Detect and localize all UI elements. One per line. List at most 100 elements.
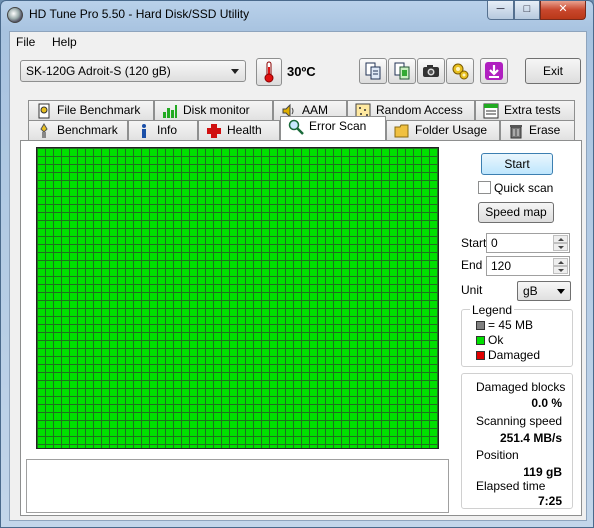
title-bar[interactable]: HD Tune Pro 5.50 - Hard Disk/SSD Utility… xyxy=(1,1,593,29)
tab-file-benchmark[interactable]: File Benchmark xyxy=(28,100,154,120)
save-button[interactable] xyxy=(480,58,508,84)
block-swatch xyxy=(476,321,485,330)
error-scan-panel: Start Quick scan Speed map Start 0 End 1… xyxy=(20,140,582,516)
tab-label: Erase xyxy=(529,123,561,137)
temperature-button[interactable] xyxy=(256,58,282,86)
unit-select[interactable]: gB xyxy=(517,281,571,301)
maximize-button[interactable]: □ xyxy=(514,1,540,20)
scanning-speed-label: Scanning speed xyxy=(476,414,563,428)
speed-map-button[interactable]: Speed map xyxy=(478,202,554,223)
spin-down-button[interactable] xyxy=(553,243,568,251)
info-icon xyxy=(142,124,146,138)
elapsed-time-value: 7:25 xyxy=(537,494,562,508)
main-window: HD Tune Pro 5.50 - Hard Disk/SSD Utility… xyxy=(0,0,594,528)
quick-scan-checkbox[interactable]: Quick scan xyxy=(478,181,553,195)
tab-folder-usage[interactable]: Folder Usage xyxy=(386,120,500,140)
temperature-value: 30ºC xyxy=(287,64,316,79)
spin-down-button[interactable] xyxy=(553,266,568,274)
file-benchmark-icon xyxy=(38,103,50,119)
legend-ok: Ok xyxy=(476,333,503,347)
checkbox-box[interactable] xyxy=(478,181,491,194)
ok-swatch xyxy=(476,336,485,345)
quick-scan-label: Quick scan xyxy=(494,181,554,195)
drive-select[interactable]: SK-120G Adroit-S (120 gB) xyxy=(20,60,246,82)
start-button[interactable]: Start xyxy=(481,153,553,175)
toolbar: SK-120G Adroit-S (120 gB) 30ºC Exit xyxy=(10,52,586,96)
tab-label: AAM xyxy=(302,103,329,117)
legend-box: Legend = 45 MB Ok Damaged xyxy=(461,303,573,367)
tab-health[interactable]: Health xyxy=(198,120,280,140)
tab-benchmark[interactable]: Benchmark xyxy=(28,120,128,140)
scanning-speed-value: 251.4 MB/s xyxy=(499,431,562,445)
unit-select-value: gB xyxy=(523,284,538,298)
tab-label: Folder Usage xyxy=(415,123,488,137)
scan-block-map xyxy=(36,147,439,449)
tab-erase[interactable]: Erase xyxy=(500,120,575,140)
tab-error-scan[interactable]: Error Scan xyxy=(280,116,386,140)
scan-stats: Damaged blocks 0.0 % Scanning speed 251.… xyxy=(461,373,573,509)
options-button[interactable] xyxy=(446,58,474,84)
health-cross-icon xyxy=(207,124,221,138)
app-icon xyxy=(7,7,23,23)
start-position-input[interactable]: 0 xyxy=(486,233,570,253)
tab-label: Random Access xyxy=(376,103,463,117)
end-position-value: 120 xyxy=(491,259,512,273)
exit-button[interactable]: Exit xyxy=(525,58,581,84)
menu-file[interactable]: File xyxy=(16,35,35,49)
tab-label: File Benchmark xyxy=(57,103,141,117)
screenshot-button[interactable] xyxy=(417,58,445,84)
chevron-down-icon xyxy=(557,289,565,294)
tab-label: Extra tests xyxy=(504,103,561,117)
benchmark-icon xyxy=(40,123,48,138)
extra-tests-icon xyxy=(483,103,499,119)
tab-extra-tests[interactable]: Extra tests xyxy=(475,100,575,120)
copy-text-button[interactable] xyxy=(359,58,387,84)
damaged-blocks-value: 0.0 % xyxy=(531,396,562,410)
unit-label: Unit xyxy=(461,283,483,297)
minimize-button[interactable]: ─ xyxy=(487,1,514,20)
copy-screen-button[interactable] xyxy=(388,58,416,84)
spin-up-button[interactable] xyxy=(553,258,568,266)
copy-screen-icon xyxy=(394,62,410,80)
thermometer-icon xyxy=(264,61,274,83)
end-field-label: End xyxy=(461,258,483,272)
tab-label: Error Scan xyxy=(309,119,367,133)
chevron-down-icon xyxy=(231,69,239,74)
legend-ok-text: Ok xyxy=(488,333,504,347)
position-label: Position xyxy=(476,448,519,462)
disk-monitor-icon xyxy=(163,105,177,118)
tab-info[interactable]: Info xyxy=(128,120,198,140)
window-title: HD Tune Pro 5.50 - Hard Disk/SSD Utility xyxy=(29,7,250,21)
damaged-swatch xyxy=(476,351,485,360)
start-field-label: Start xyxy=(461,236,487,250)
legend-damaged: Damaged xyxy=(476,348,540,362)
position-value: 119 gB xyxy=(523,465,562,479)
copy-text-icon xyxy=(365,62,381,80)
camera-icon xyxy=(423,65,439,77)
trash-icon xyxy=(510,125,522,139)
legend-damaged-text: Damaged xyxy=(488,348,541,362)
close-button[interactable]: ✕ xyxy=(540,1,586,20)
menu-help[interactable]: Help xyxy=(52,35,77,49)
folder-icon xyxy=(394,124,409,138)
save-down-icon xyxy=(485,62,503,80)
legend-block-size: = 45 MB xyxy=(476,318,533,332)
end-position-input[interactable]: 120 xyxy=(486,256,570,276)
tab-label: Benchmark xyxy=(57,123,118,137)
menu-bar: File Help xyxy=(10,32,586,52)
options-icon xyxy=(452,63,469,80)
tab-label: Info xyxy=(157,123,178,137)
start-position-value: 0 xyxy=(491,236,498,250)
tab-disk-monitor[interactable]: Disk monitor xyxy=(154,100,273,120)
legend-title: Legend xyxy=(470,303,515,317)
drive-select-value: SK-120G Adroit-S (120 gB) xyxy=(26,64,171,78)
magnifier-icon xyxy=(288,119,304,135)
spin-up-button[interactable] xyxy=(553,235,568,243)
tab-strip: File Benchmark Disk monitor AAM Random A… xyxy=(10,98,586,140)
tab-label: Disk monitor xyxy=(183,103,250,117)
damaged-blocks-label: Damaged blocks xyxy=(476,380,566,394)
elapsed-time-label: Elapsed time xyxy=(476,479,546,493)
tab-label: Health xyxy=(227,123,262,137)
legend-block-text: = 45 MB xyxy=(488,318,534,332)
scan-log[interactable] xyxy=(26,459,449,513)
